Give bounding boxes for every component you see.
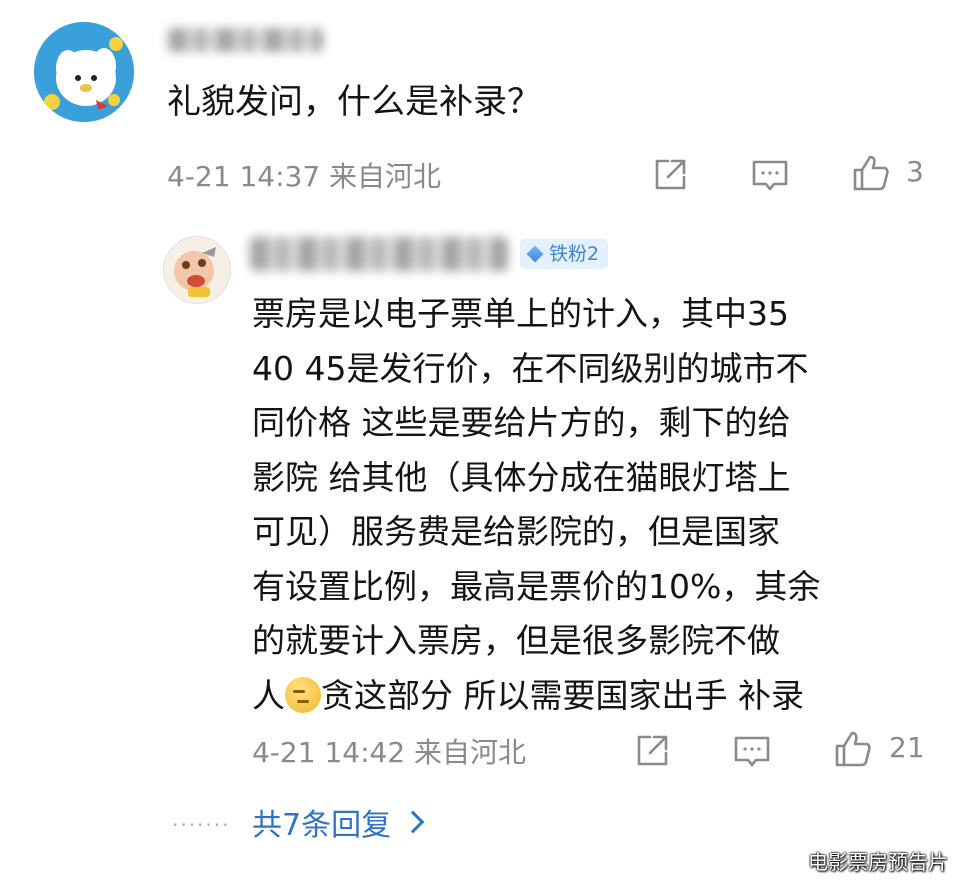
reply-line: 同价格 这些是要给片方的，剩下的给 bbox=[252, 403, 791, 442]
more-replies-link[interactable]: 共7条回复 bbox=[252, 800, 425, 844]
divider-dots: ······· bbox=[172, 813, 231, 837]
like-icon[interactable] bbox=[833, 729, 873, 769]
like-count: 3 bbox=[906, 155, 924, 188]
share-icon[interactable] bbox=[632, 731, 672, 771]
watermark: 电影票房预告片 bbox=[808, 850, 948, 874]
reply-line: 可见）服务费是给影院的，但是国家 bbox=[252, 512, 780, 551]
diamond-icon bbox=[526, 245, 544, 263]
like-icon[interactable] bbox=[851, 153, 891, 193]
comment-text: 礼貌发问，什么是补录？ bbox=[167, 82, 541, 122]
reply-meta: 4-21 14:42 来自河北 bbox=[252, 736, 527, 769]
reply-line-part: 人 bbox=[252, 675, 285, 715]
reply-line-last: 人贪这部分 所以需要国家出手 补录 bbox=[252, 669, 942, 724]
fan-badge: 铁粉2 bbox=[520, 239, 608, 269]
reply-line: 有设置比例，最高是票价的10%，其余 bbox=[252, 566, 821, 606]
reply-line: 影院 给其他（具体分成在猫眼灯塔上 bbox=[252, 457, 791, 497]
reply-line: 的就要计入票房，但是很多影院不做 bbox=[252, 621, 780, 660]
fan-badge-label: 铁粉2 bbox=[549, 243, 600, 265]
username-blurred[interactable] bbox=[168, 28, 323, 52]
reply-line-part: 贪这部分 所以需要国家出手 补录 bbox=[321, 675, 804, 715]
avatar-image bbox=[34, 22, 134, 122]
reply-avatar[interactable] bbox=[163, 236, 231, 304]
reply-avatar-image bbox=[164, 237, 230, 303]
share-icon[interactable] bbox=[650, 155, 690, 195]
reply-username-blurred[interactable] bbox=[250, 237, 508, 271]
reply-text: 票房是以电子票单上的计入，其中35 40 45是发行价，在不同级别的城市不 同价… bbox=[252, 287, 942, 723]
reply-line: 票房是以电子票单上的计入，其中35 bbox=[252, 294, 789, 333]
comment-icon[interactable] bbox=[732, 731, 772, 771]
comment-meta: 4-21 14:37 来自河北 bbox=[167, 160, 442, 193]
comment-icon[interactable] bbox=[750, 155, 790, 195]
chevron-right-icon bbox=[401, 810, 425, 834]
avatar[interactable] bbox=[34, 22, 134, 122]
reply-line: 40 45是发行价，在不同级别的城市不 bbox=[252, 348, 809, 388]
more-replies-label: 共7条回复 bbox=[252, 808, 392, 843]
like-count: 21 bbox=[889, 731, 925, 764]
squint-emoji-icon bbox=[285, 676, 321, 713]
